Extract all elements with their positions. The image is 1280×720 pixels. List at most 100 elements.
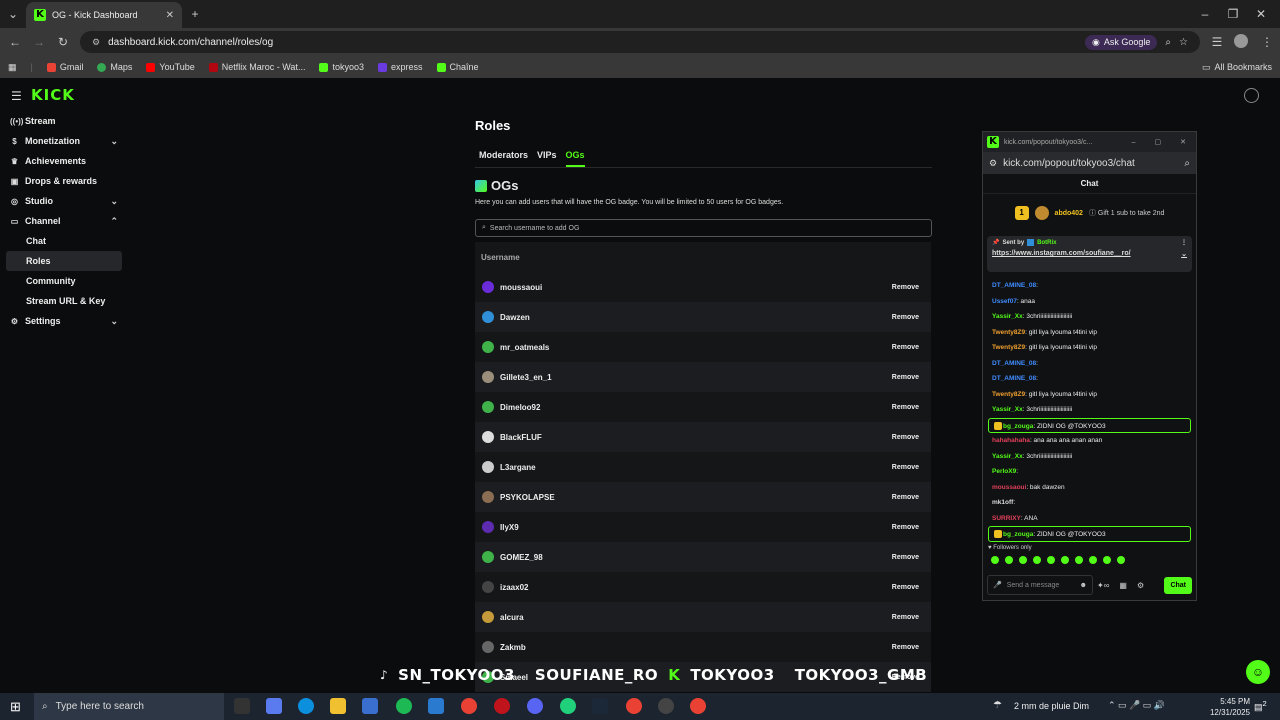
- remove-button[interactable]: Remove: [887, 641, 924, 654]
- remove-button[interactable]: Remove: [887, 551, 924, 564]
- chat-username[interactable]: moussaoui: [992, 484, 1026, 491]
- gear-icon[interactable]: ⚙: [1137, 581, 1144, 590]
- remove-button[interactable]: Remove: [887, 581, 924, 594]
- copilot-icon[interactable]: [266, 698, 282, 714]
- bookmark-gmail[interactable]: Gmail: [46, 62, 83, 72]
- emote-icon[interactable]: [1117, 555, 1125, 564]
- sidebar-item-settings[interactable]: ⚙ Settings ⌄: [0, 311, 128, 331]
- spotify-icon[interactable]: [396, 698, 412, 714]
- bookmark-chaine[interactable]: Chaîne: [436, 62, 479, 72]
- weather-text[interactable]: 2 mm de pluie Dim: [1014, 701, 1089, 711]
- sidebar-item-stream-url[interactable]: Stream URL & Key: [0, 291, 128, 311]
- apps-grid-icon[interactable]: ▦: [8, 62, 17, 73]
- emote-icon[interactable]: [1033, 555, 1041, 564]
- close-window-icon[interactable]: ✕: [1250, 3, 1272, 25]
- app-icon[interactable]: [494, 698, 510, 714]
- sidebar-item-monetization[interactable]: $ Monetization ⌄: [0, 131, 128, 151]
- chat-message[interactable]: Twenty8Z9: gitl liya lyouma t4tini vip: [983, 387, 1196, 403]
- chat-username[interactable]: Yassir_Xx: [992, 406, 1023, 413]
- help-chat-icon[interactable]: ☺: [1246, 660, 1270, 684]
- remove-button[interactable]: Remove: [887, 401, 924, 414]
- sidebar-item-drops[interactable]: ▣ Drops & rewards: [0, 171, 128, 191]
- remove-button[interactable]: Remove: [887, 281, 924, 294]
- zoom-icon[interactable]: ⌕: [1165, 37, 1171, 48]
- site-info-icon[interactable]: ⚙: [989, 158, 997, 169]
- taskbar-search[interactable]: ⌕ Type here to search: [34, 693, 224, 720]
- remove-button[interactable]: Remove: [887, 341, 924, 354]
- profile-avatar[interactable]: [1234, 34, 1248, 48]
- mic-icon[interactable]: 🎤: [993, 581, 1002, 589]
- chat-username[interactable]: Yassir_Xx: [992, 313, 1023, 320]
- bookmark-tokyoo3[interactable]: tokyoo3: [319, 62, 364, 72]
- remove-button[interactable]: Remove: [887, 521, 924, 534]
- message-input[interactable]: 🎤 Send a message ☻: [987, 575, 1093, 595]
- all-bookmarks[interactable]: ▭ All Bookmarks: [1202, 62, 1272, 73]
- remove-button[interactable]: Remove: [887, 311, 924, 324]
- ask-google-button[interactable]: ◉ Ask Google: [1085, 34, 1158, 50]
- sidebar-item-roles[interactable]: Roles: [6, 251, 122, 271]
- sidebar-item-studio[interactable]: ◎ Studio ⌄: [0, 191, 128, 211]
- weather-icon[interactable]: ☂: [993, 700, 1002, 711]
- bookmark-star-icon[interactable]: ☆: [1179, 37, 1188, 48]
- tray-icons[interactable]: ⌃ ▭ 🎤 ▭ 🔊: [1108, 700, 1165, 711]
- chat-message[interactable]: bg_zouga: ZIDNI OG @TOKYOO3: [988, 526, 1191, 542]
- chrome-icon[interactable]: [690, 698, 706, 714]
- task-view-icon[interactable]: [234, 698, 250, 714]
- chat-message[interactable]: SURRIXY: ANA: [983, 511, 1196, 527]
- chat-message[interactable]: DT_AMINE_08:: [983, 278, 1196, 294]
- remove-button[interactable]: Remove: [887, 371, 924, 384]
- emote-icon[interactable]: [1103, 555, 1111, 564]
- chat-username[interactable]: DT_AMINE_08: [992, 375, 1036, 382]
- emote-icon[interactable]: [1075, 555, 1083, 564]
- url-field[interactable]: ⚙ dashboard.kick.com/channel/roles/og ◉ A…: [80, 31, 1200, 53]
- reload-icon[interactable]: ↻: [52, 31, 74, 53]
- chat-message[interactable]: Twenty8Z9: gitl liya lyouma t4tini vip: [983, 325, 1196, 341]
- rewards-icon[interactable]: ▦: [1119, 581, 1127, 590]
- search-icon[interactable]: ⌕: [1184, 158, 1190, 169]
- mail-icon[interactable]: [428, 698, 444, 714]
- chat-message[interactable]: PerloX9:: [983, 464, 1196, 480]
- chat-username[interactable]: SURRIXY: [992, 515, 1021, 522]
- close-window-icon[interactable]: ✕: [1180, 138, 1186, 146]
- tab-close-icon[interactable]: ✕: [166, 10, 174, 21]
- bookmark-youtube[interactable]: YouTube: [146, 62, 195, 72]
- menu-icon[interactable]: ⋮: [1256, 31, 1278, 53]
- chat-message[interactable]: DT_AMINE_08:: [983, 356, 1196, 372]
- pinned-link[interactable]: https://www.instagram.com/soufiane__ro/: [992, 250, 1131, 258]
- restore-icon[interactable]: ❐: [1222, 3, 1244, 25]
- remove-button[interactable]: Remove: [887, 431, 924, 444]
- remove-button[interactable]: Remove: [887, 491, 924, 504]
- chat-message[interactable]: Ussef07: anaa: [983, 294, 1196, 310]
- remove-button[interactable]: Remove: [887, 611, 924, 624]
- sidebar-item-stream[interactable]: ((•)) Stream: [0, 111, 128, 131]
- chat-username[interactable]: DT_AMINE_08: [992, 282, 1036, 289]
- pinned-message[interactable]: 📌 Sent by BotRix ⋮ https://www.instagram…: [987, 236, 1192, 272]
- user-avatar[interactable]: [1244, 88, 1259, 103]
- emoji-icon[interactable]: ☻: [1080, 582, 1087, 589]
- chat-send-button[interactable]: Chat: [1164, 576, 1192, 594]
- file-explorer-icon[interactable]: [330, 698, 346, 714]
- browser-tab[interactable]: K OG - Kick Dashboard ✕: [26, 2, 182, 28]
- chat-message[interactable]: Yassir_Xx: 3chriiiiiiiiiiiiiiiiiiiiiii: [983, 402, 1196, 418]
- chat-message[interactable]: Yassir_Xx: 3chriiiiiiiiiiiiiiiiiiiiiii: [983, 449, 1196, 465]
- chat-username[interactable]: bg_zouga: [1003, 423, 1033, 430]
- bookmark-netflix[interactable]: Netflix Maroc - Wat...: [208, 62, 305, 72]
- site-info-icon[interactable]: ⚙: [92, 37, 100, 48]
- chat-message[interactable]: bg_zouga: ZIDNI OG @TOKYOO3: [988, 417, 1191, 433]
- bookmark-maps[interactable]: Maps: [97, 62, 132, 72]
- edge-icon[interactable]: [298, 698, 314, 714]
- chat-message[interactable]: hahahahaha: ana ana ana anan anan: [983, 433, 1196, 449]
- gift-sub-icon[interactable]: ✦∞: [1097, 581, 1109, 590]
- popout-url-bar[interactable]: ⚙ kick.com/popout/tokyoo3/chat ⌕: [983, 152, 1196, 174]
- emote-icon[interactable]: [991, 555, 999, 564]
- obs-icon[interactable]: [658, 698, 674, 714]
- chat-username[interactable]: hahahahaha: [992, 437, 1030, 444]
- emote-icon[interactable]: [1019, 555, 1027, 564]
- chat-username[interactable]: Yassir_Xx: [992, 453, 1023, 460]
- back-icon[interactable]: ←: [4, 31, 26, 53]
- tab-moderators[interactable]: Moderators: [479, 150, 528, 167]
- chat-message[interactable]: Twenty8Z9: gitl liya lyouma t4tini vip: [983, 340, 1196, 356]
- emote-icon[interactable]: [1061, 555, 1069, 564]
- forward-icon[interactable]: →: [28, 31, 50, 53]
- maximize-icon[interactable]: ▢: [1155, 138, 1162, 146]
